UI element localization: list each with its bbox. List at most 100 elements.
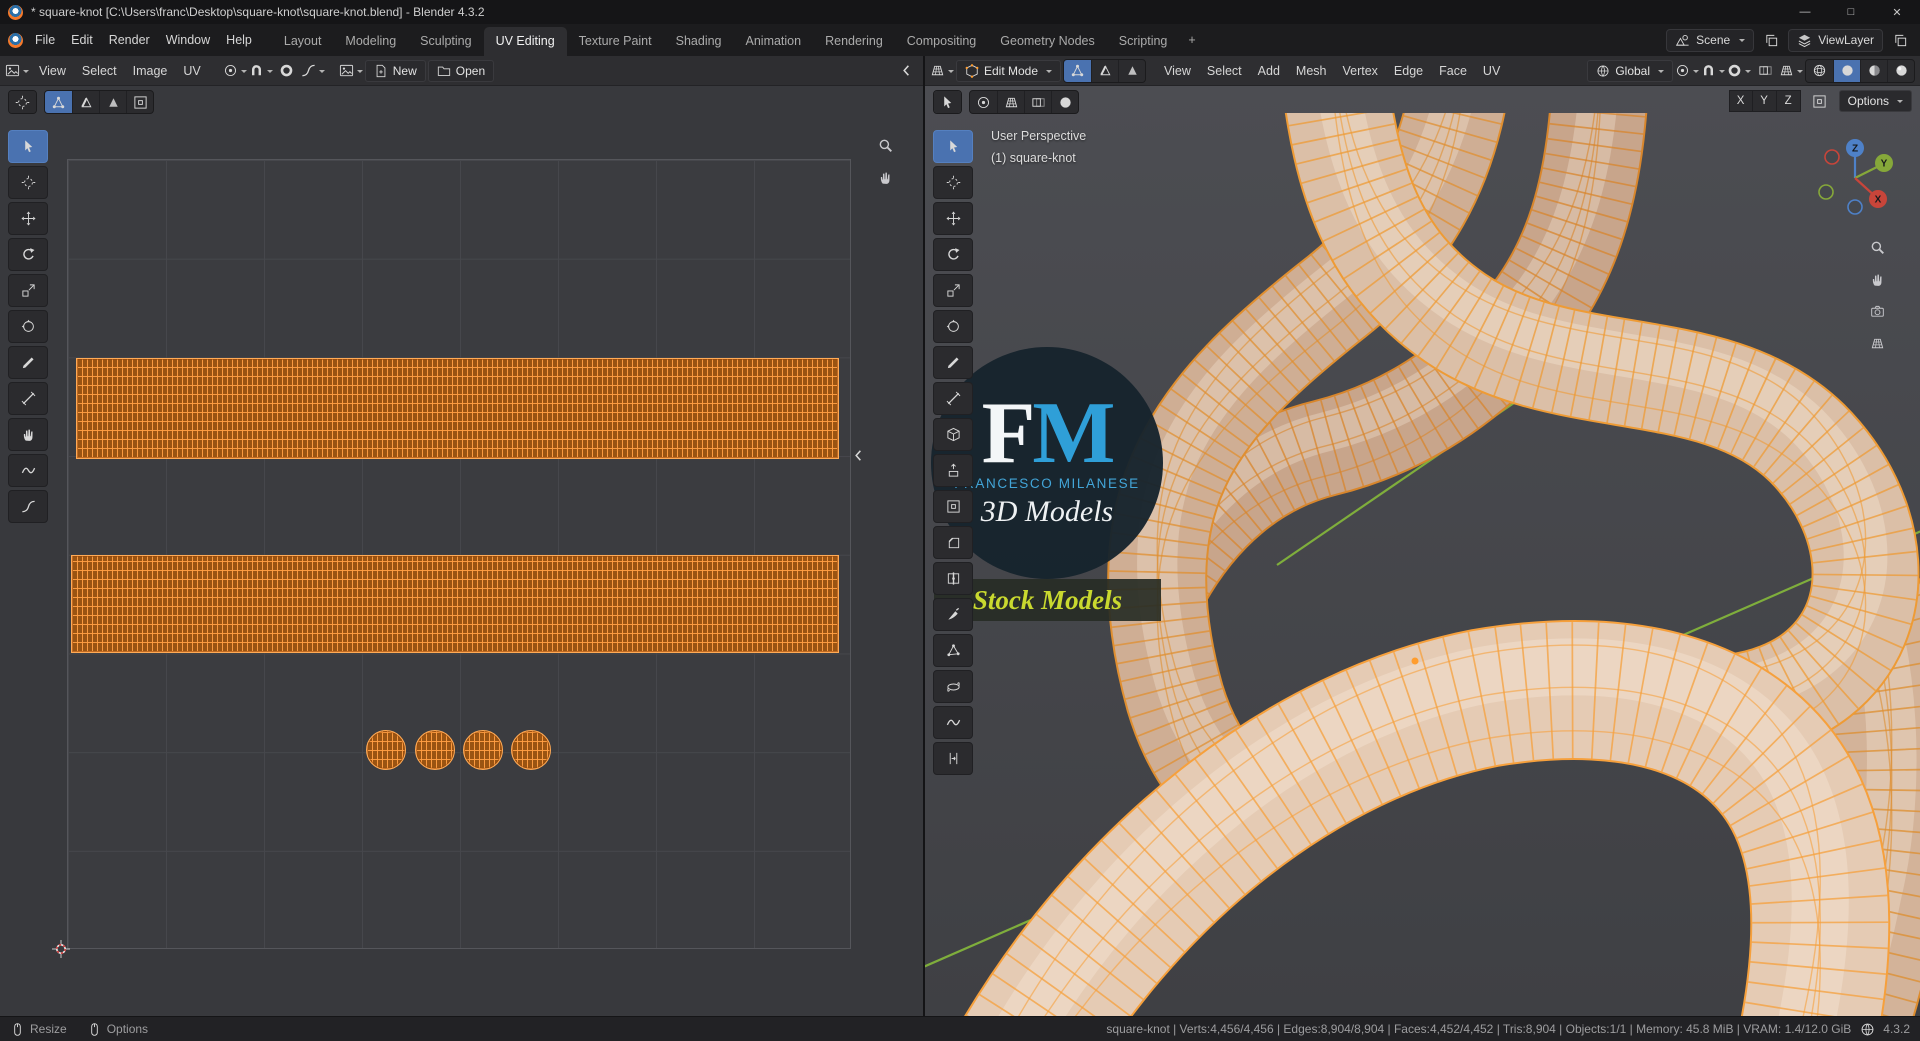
options-dropdown[interactable]: Options [1838, 90, 1912, 112]
viewport-edge-select-mode[interactable] [1091, 59, 1119, 82]
viewport-menu-add[interactable]: Add [1250, 60, 1288, 82]
viewport-tool-annotate[interactable] [933, 346, 973, 379]
uv-tool-relax[interactable] [8, 454, 48, 487]
uv-island-cap-4[interactable] [511, 730, 551, 770]
uv-menu-image[interactable]: Image [125, 60, 176, 82]
uv-tool-measure[interactable] [8, 382, 48, 415]
uv-tool-transform[interactable] [8, 310, 48, 343]
mirror-axis-y[interactable]: Y [1752, 90, 1777, 112]
mirror-axis-x[interactable]: X [1728, 90, 1753, 112]
viewport-tool-transform[interactable] [933, 310, 973, 343]
viewport-vertex-select-mode[interactable] [1064, 59, 1092, 82]
viewport-tool-inset-faces[interactable] [933, 490, 973, 523]
viewport-wireframe-shading[interactable] [1806, 59, 1833, 82]
viewport-menu-select[interactable]: Select [1199, 60, 1250, 82]
uv-menu-uv[interactable]: UV [175, 60, 208, 82]
minimize-button[interactable]: — [1782, 0, 1828, 24]
uv-tool-annotate[interactable] [8, 346, 48, 379]
topbar-menu-render[interactable]: Render [101, 29, 158, 51]
uv-island-strip-1[interactable] [76, 358, 839, 459]
workspace-tab-animation[interactable]: Animation [734, 27, 814, 56]
viewport-tool-knife[interactable] [933, 598, 973, 631]
viewport-shading-preview[interactable] [1051, 91, 1078, 113]
viewport-overlays[interactable] [1779, 60, 1803, 82]
viewport-tool-bevel[interactable] [933, 526, 973, 559]
mode-dropdown[interactable]: Edit Mode [956, 59, 1062, 82]
uv-island-strip-2[interactable] [71, 555, 839, 653]
topbar-menu-help[interactable]: Help [218, 29, 260, 51]
uv-select-edge[interactable] [72, 91, 99, 113]
viewport-tool-smooth[interactable] [933, 706, 973, 739]
workspace-tab-scripting[interactable]: Scripting [1107, 27, 1180, 56]
viewport-proportional-editing[interactable] [1727, 60, 1751, 82]
snap-target-icon[interactable] [1808, 90, 1832, 112]
viewport-menu-view[interactable]: View [1156, 60, 1199, 82]
viewport-tool-edge-slide[interactable] [933, 742, 973, 775]
image-browser-button[interactable] [339, 60, 363, 82]
viewport-material-preview-shading[interactable] [1860, 59, 1887, 82]
uv-pivot-point[interactable] [223, 60, 247, 82]
workspace-tab-compositing[interactable]: Compositing [895, 27, 988, 56]
viewport-tool-extrude-region[interactable] [933, 454, 973, 487]
uv-tool-scale[interactable] [8, 274, 48, 307]
workspace-tab-modeling[interactable]: Modeling [333, 27, 408, 56]
uv-tool-grab[interactable] [8, 418, 48, 451]
mirror-axis-z[interactable]: Z [1776, 90, 1801, 112]
viewport-menu-face[interactable]: Face [1431, 60, 1475, 82]
uv-tool-rotate[interactable] [8, 238, 48, 271]
gizmo-z-negative[interactable] [1847, 199, 1863, 215]
viewport-editor-type-button[interactable] [930, 60, 954, 82]
viewport-tool-spin[interactable] [933, 670, 973, 703]
viewport-menu-uv[interactable]: UV [1475, 60, 1508, 82]
viewport-perspective-toggle-icon[interactable] [1865, 332, 1889, 354]
viewport-tool-move[interactable] [933, 202, 973, 235]
viewport-toggle-gizmos[interactable] [970, 91, 997, 113]
maximize-button[interactable]: □ [1828, 0, 1874, 24]
gizmo-y-negative[interactable] [1818, 184, 1834, 200]
viewport-camera-icon[interactable] [1865, 300, 1889, 322]
viewport-canvas[interactable]: User Perspective (1) square-knot XYZ Opt… [925, 86, 1920, 1016]
uv-editor-type-button[interactable] [5, 60, 29, 82]
transform-orientation-dropdown[interactable]: Global [1587, 59, 1673, 82]
viewport-tool-measure[interactable] [933, 382, 973, 415]
uv-2d-cursor[interactable] [52, 940, 70, 958]
viewlayer-selector[interactable]: ViewLayer [1788, 28, 1883, 52]
uv-tool-pinch[interactable] [8, 490, 48, 523]
uv-uv-sync-selection[interactable] [9, 91, 36, 113]
scene-selector[interactable]: Scene [1666, 28, 1755, 52]
viewport-pan-icon[interactable] [1865, 268, 1889, 290]
viewport-solid-shading[interactable] [1833, 59, 1860, 82]
viewport-menu-mesh[interactable]: Mesh [1288, 60, 1335, 82]
viewport-transform-pivot[interactable] [1675, 60, 1699, 82]
uv-proportional-falloff[interactable] [301, 60, 325, 82]
uv-island-cap-1[interactable] [366, 730, 406, 770]
topbar-menu-window[interactable]: Window [158, 29, 218, 51]
viewport-xray-toggle[interactable] [1753, 60, 1777, 82]
viewport-tool-cursor[interactable] [933, 166, 973, 199]
uv-sidebar-toggle-icon[interactable] [894, 60, 918, 82]
viewport-snapping[interactable] [1701, 60, 1725, 82]
workspace-tab-shading[interactable]: Shading [664, 27, 734, 56]
new-image-button[interactable]: New [364, 59, 426, 82]
workspace-tab-layout[interactable]: Layout [272, 27, 334, 56]
viewport-tool-scale[interactable] [933, 274, 973, 307]
viewport-tool-rotate[interactable] [933, 238, 973, 271]
uv-tool-move[interactable] [8, 202, 48, 235]
workspace-tab-uv-editing[interactable]: UV Editing [483, 27, 567, 56]
uv-menu-view[interactable]: View [31, 60, 74, 82]
uv-island-cap-2[interactable] [415, 730, 455, 770]
workspace-tab-rendering[interactable]: Rendering [813, 27, 895, 56]
viewport-toggle-overlays[interactable] [997, 91, 1024, 113]
viewport-face-select-mode[interactable] [1118, 59, 1146, 82]
uv-select-vertex[interactable] [45, 91, 72, 113]
viewport-tool-loop-cut[interactable] [933, 562, 973, 595]
uv-pan-icon[interactable] [873, 166, 897, 188]
new-scene-button[interactable] [1759, 29, 1783, 51]
workspace-tab-geometry-nodes[interactable]: Geometry Nodes [988, 27, 1106, 56]
add-workspace-button[interactable]: + [1179, 29, 1204, 51]
viewport-tool-tweak[interactable] [933, 130, 973, 163]
viewport-tool-poly-build[interactable] [933, 634, 973, 667]
workspace-tab-texture-paint[interactable]: Texture Paint [567, 27, 664, 56]
topbar-menu-edit[interactable]: Edit [63, 29, 101, 51]
viewport-tool-add-cube[interactable] [933, 418, 973, 451]
